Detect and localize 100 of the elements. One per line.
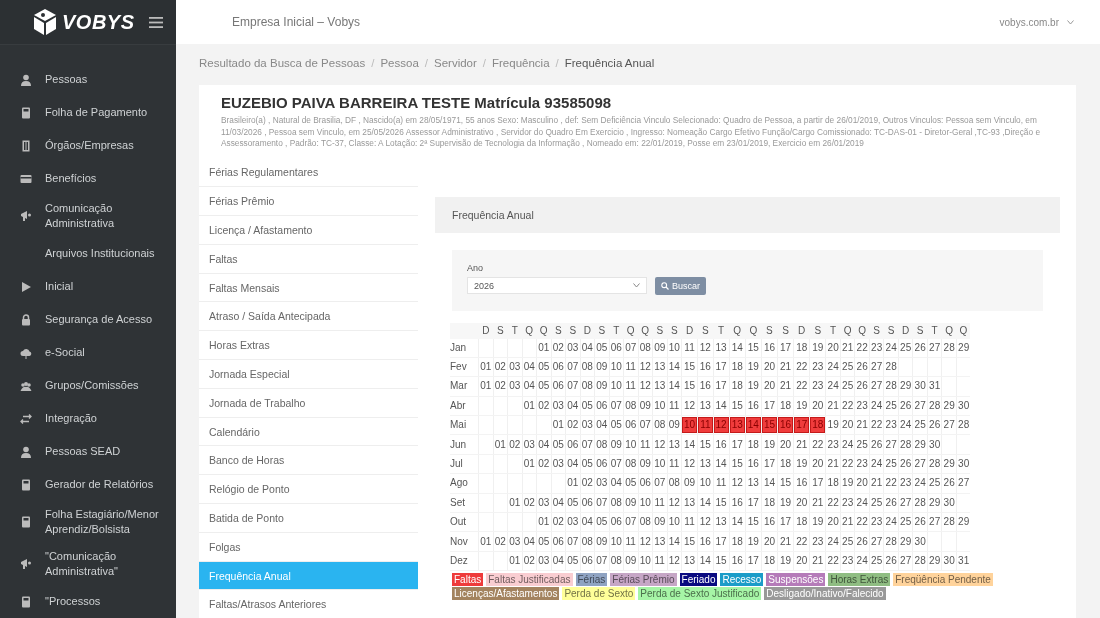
legend-tag: Perda de Sexto xyxy=(562,587,636,601)
sidebar-item[interactable]: Integração xyxy=(0,402,176,435)
day-cell-text: 20 xyxy=(811,458,825,471)
day-cell-text: 27 xyxy=(899,496,913,509)
day-cell-text: 28 xyxy=(899,438,913,451)
breadcrumb-link[interactable]: Frequência xyxy=(492,56,550,69)
day-cell-text: 31 xyxy=(957,555,971,567)
day-cell: 03 xyxy=(508,380,522,393)
group-icon xyxy=(20,379,32,392)
day-cell-text: 11 xyxy=(624,380,637,393)
day-cell-text: 16 xyxy=(762,341,776,354)
sidebar-item[interactable]: Comunicação Administrativa xyxy=(0,195,176,237)
month-label: Jun xyxy=(450,434,479,455)
month-label: Mar xyxy=(450,376,479,397)
day-cell: 06 xyxy=(638,477,652,490)
weekday-header: S xyxy=(493,322,508,339)
field-label: Ano xyxy=(467,262,484,273)
calculator-icon xyxy=(20,106,32,119)
day-cell: 25 xyxy=(884,458,898,471)
day-cell: 04 xyxy=(551,496,565,509)
day-cell-text: 10 xyxy=(698,477,712,490)
day-cell: 22 xyxy=(855,516,869,529)
search-button[interactable]: Buscar xyxy=(655,276,706,295)
day-cell-text: 11 xyxy=(624,361,637,374)
day-cell: 24 xyxy=(884,341,898,354)
day-cell-text: 30 xyxy=(957,458,971,471)
day-cell-text: 23 xyxy=(841,555,855,567)
breadcrumb-link[interactable]: Resultado da Busca de Pessoas xyxy=(199,56,366,69)
weekday-header: Q xyxy=(745,322,762,339)
day-cell: 01 xyxy=(479,535,493,548)
sidebar-item[interactable]: e-Social xyxy=(0,336,176,369)
domain-menu[interactable]: vobys.com.br xyxy=(999,16,1074,28)
sidebar-item[interactable]: Grupos/Comissões xyxy=(0,369,176,402)
day-cell-text: 28 xyxy=(957,419,971,432)
day-cell-text: 17 xyxy=(779,516,793,529)
day-cell-text: 20 xyxy=(762,361,776,374)
sidebar-item[interactable]: "Processos xyxy=(0,585,176,618)
sidebar-item[interactable]: Pessoas SEAD xyxy=(0,435,176,468)
day-cell: 26 xyxy=(913,341,927,354)
day-cell-text: 22 xyxy=(795,535,809,548)
weekday-header: T xyxy=(609,322,624,339)
day-cell: 09 xyxy=(653,516,667,529)
day-cell-text: 20 xyxy=(841,419,855,432)
day-cell-text: 20 xyxy=(795,555,809,567)
day-cell-text: 21 xyxy=(841,516,855,529)
breadcrumb-link[interactable]: Pessoa xyxy=(380,56,419,69)
marked-day: 15 xyxy=(761,417,777,434)
cube-logo-icon xyxy=(32,8,58,36)
legend-tag: Freqüência Pendente xyxy=(893,573,993,587)
day-cell: 10 xyxy=(609,380,623,393)
day-cell-text: 23 xyxy=(899,477,913,490)
sidebar-item[interactable]: Gerador de Relatórios xyxy=(0,468,176,501)
sidebar-item[interactable]: Folha de Pagamento xyxy=(0,96,176,129)
legend-tag: Faltas xyxy=(452,573,484,587)
day-cell-text: 16 xyxy=(795,477,809,490)
day-cell-text: 21 xyxy=(779,535,793,548)
sidebar-item[interactable]: Pessoas xyxy=(0,63,176,96)
day-cell: 01 xyxy=(508,496,522,509)
month-label: Jan xyxy=(450,338,479,358)
day-cell: 01 xyxy=(522,458,536,471)
cloud-icon xyxy=(20,346,32,359)
sidebar-item[interactable]: Segurança de Acesso xyxy=(0,303,176,336)
day-cell-text: 22 xyxy=(841,399,855,412)
day-cell-text: 22 xyxy=(811,438,825,451)
day-cell-text: 25 xyxy=(928,477,942,490)
day-cell-text: 18 xyxy=(779,458,793,471)
day-cell: 10 xyxy=(667,341,681,354)
breadcrumb-link[interactable]: Servidor xyxy=(434,56,477,69)
day-cell: 07 xyxy=(566,535,580,548)
day-cell: 01 xyxy=(566,477,580,490)
sidebar-item[interactable]: Arquivos Institucionais xyxy=(0,237,176,270)
day-cell: 10 xyxy=(624,438,638,451)
day-cell-text: 12 xyxy=(683,458,697,471)
day-cell: 30 xyxy=(942,555,956,567)
day-cell: 01 xyxy=(537,341,551,354)
day-cell: 21 xyxy=(855,419,869,432)
marked-day: 13 xyxy=(729,417,745,434)
chevron-down-icon xyxy=(633,283,640,288)
day-cell-text: 27 xyxy=(899,555,913,567)
day-cell: 23 xyxy=(826,438,840,451)
day-cell-text: 17 xyxy=(714,535,728,548)
day-cell: 06 xyxy=(551,535,565,548)
weekday-header: D xyxy=(580,322,595,339)
sidebar-item[interactable]: Benefícios xyxy=(0,162,176,195)
day-cell: 03 xyxy=(537,555,551,567)
menu-icon[interactable] xyxy=(148,16,163,28)
sidebar-item[interactable]: "Comunicação Administrativa" xyxy=(0,543,176,585)
day-cell-text: 26 xyxy=(899,399,913,412)
sidebar-item[interactable]: Inicial xyxy=(0,270,176,303)
day-cell-text: 16 xyxy=(762,516,776,529)
day-cell: 02 xyxy=(580,477,594,490)
year-select[interactable]: 2026 xyxy=(467,277,647,294)
day-cell: 09 xyxy=(595,535,609,548)
day-cell-text: 11 xyxy=(714,477,728,490)
day-cell: 06 xyxy=(580,496,594,509)
sidebar-item[interactable]: Órgãos/Empresas xyxy=(0,129,176,162)
sidebar-item[interactable]: Folha Estagiário/Menor Aprendiz/Bolsista xyxy=(0,501,176,543)
day-cell: 09 xyxy=(624,496,638,509)
day-cell: 01 xyxy=(479,380,493,393)
day-cell: 10 xyxy=(667,516,681,529)
